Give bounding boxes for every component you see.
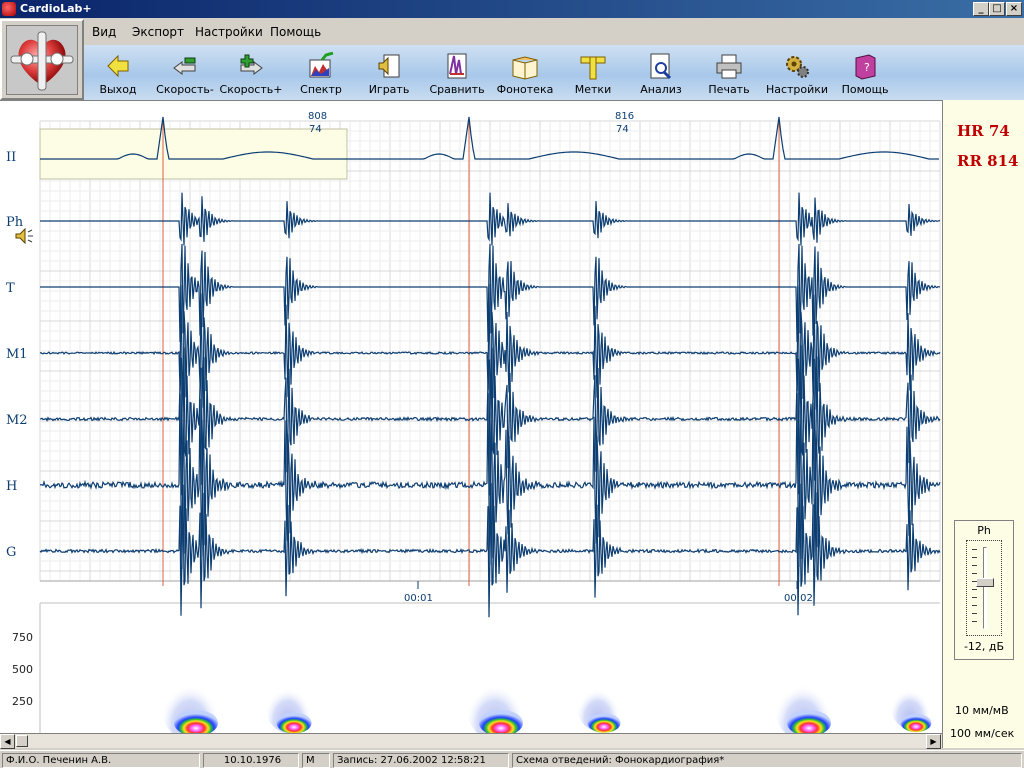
rr-label-2: 816 <box>615 111 634 122</box>
close-button[interactable]: × <box>1006 2 1022 16</box>
volume-slider-track[interactable] <box>983 547 987 629</box>
scroll-left-button[interactable]: ◀ <box>0 734 15 749</box>
volume-slider-thumb[interactable] <box>976 578 994 588</box>
analysis-magnifier-icon <box>650 53 672 80</box>
app-window: CardioLab+ _ □ × Вид Экспорт Настройки П… <box>0 0 1024 768</box>
hr-label-2: 74 <box>616 124 629 135</box>
speed-scale: 100 мм/сек <box>950 727 1015 740</box>
speed-up-label: Скорость+ <box>219 83 283 96</box>
print-button[interactable]: Печать <box>696 49 762 99</box>
printer-icon <box>716 54 742 79</box>
spectrum-blob <box>276 712 312 734</box>
status-bar: Ф.И.О. Печенин А.В. 10.10.1976 М Запись:… <box>0 750 1024 768</box>
time-label-1: 00:01 <box>404 593 433 604</box>
horizontal-scrollbar[interactable]: ◀ ▶ <box>0 733 942 749</box>
maximize-button[interactable]: □ <box>989 2 1005 16</box>
menu-settings[interactable]: Настройки <box>195 25 263 39</box>
svg-text:?: ? <box>864 61 870 74</box>
play-label: Играть <box>368 83 410 96</box>
lead-label-M2: M2 <box>6 413 28 428</box>
patient-name: Ф.И.О. Печенин А.В. <box>2 753 200 768</box>
analysis-label: Анализ <box>640 83 682 96</box>
library-button[interactable]: Фонотека <box>492 49 558 99</box>
spectrum-tick-250: 250 <box>12 695 33 708</box>
signal-plot-area[interactable]: 808 74 816 74 II Ph T M1 M2 H G 00:01 00… <box>0 100 942 734</box>
settings-label: Настройки <box>765 83 829 96</box>
patient-sex: М <box>302 753 330 768</box>
spectrum-icon <box>309 52 334 78</box>
spectrum-label: Спектр <box>300 83 342 96</box>
rr-label-1: 808 <box>308 111 327 122</box>
analysis-button[interactable]: Анализ <box>628 49 694 99</box>
settings-button[interactable]: Настройки <box>764 49 830 99</box>
spectrum-tick-500: 500 <box>12 663 33 676</box>
compare-button[interactable]: Сравнить <box>424 49 490 99</box>
compare-label: Сравнить <box>429 83 485 96</box>
waveform-canvas: 808 74 816 74 II Ph T M1 M2 H G 00:01 00… <box>6 111 941 734</box>
exit-label: Выход <box>99 83 137 96</box>
spectrum-button[interactable]: Спектр <box>288 49 354 99</box>
library-label: Фонотека <box>496 83 554 96</box>
help-label: Помощь <box>841 83 889 96</box>
lead-label-M1: M1 <box>6 347 28 362</box>
window-title: CardioLab+ <box>20 2 92 15</box>
toolbar: Выход Скорость- Скорость+ Спектр Играть … <box>84 45 1024 100</box>
record-datetime: Запись: 27.06.2002 12:58:21 <box>333 753 509 768</box>
speed-down-button[interactable]: Скорость- <box>152 49 218 99</box>
exit-arrow-icon <box>107 54 129 78</box>
lead-label-Ph: Ph <box>6 215 24 230</box>
help-button[interactable]: ? Помощь <box>832 49 898 99</box>
marks-label: Метки <box>574 83 612 96</box>
title-bar: CardioLab+ _ □ × <box>0 0 1024 18</box>
spectrum-blob <box>900 713 932 733</box>
library-book-icon <box>512 56 538 80</box>
app-icon <box>2 2 16 16</box>
volume-value: -12, дБ <box>963 640 1005 653</box>
lead-label-II: II <box>6 150 16 165</box>
speed-down-icon <box>173 57 196 75</box>
compare-icon <box>447 53 467 79</box>
settings-gears-icon <box>786 56 809 78</box>
menu-export[interactable]: Экспорт <box>132 25 184 39</box>
app-logo <box>0 19 84 100</box>
lead-label-G: G <box>6 545 16 560</box>
amplitude-scale: 10 мм/мВ <box>955 704 1009 717</box>
marks-button[interactable]: Метки <box>560 49 626 99</box>
menu-view[interactable]: Вид <box>92 25 116 39</box>
speed-down-label: Скорость- <box>156 83 214 96</box>
patient-dob: 10.10.1976 <box>203 753 299 768</box>
speed-up-button[interactable]: Скорость+ <box>218 49 284 99</box>
play-sound-icon <box>378 54 400 78</box>
minimize-button[interactable]: _ <box>973 2 989 16</box>
heart-logo-icon <box>10 31 74 91</box>
menu-bar: Вид Экспорт Настройки Помощь <box>84 19 1024 45</box>
scroll-right-button[interactable]: ▶ <box>926 734 941 749</box>
lead-label-T: T <box>6 281 15 296</box>
spectrum-blob <box>587 713 621 733</box>
hr-label-1: 74 <box>309 124 322 135</box>
info-panel: HR 74 RR 814 Ph -12, дБ 10 мм/мВ 100 мм/… <box>942 100 1024 748</box>
heart-rate-value: HR 74 <box>957 122 1010 140</box>
lead-scheme: Схема отведений: Фонокардиография* <box>512 753 1022 768</box>
scroll-thumb[interactable] <box>16 735 28 747</box>
spectrum-tick-750: 750 <box>12 631 33 644</box>
speaker-icon[interactable] <box>15 227 33 245</box>
exit-button[interactable]: Выход <box>85 49 151 99</box>
speed-up-icon <box>240 54 263 75</box>
print-label: Печать <box>708 83 750 96</box>
play-button[interactable]: Играть <box>356 49 422 99</box>
marks-ruler-icon <box>580 56 606 80</box>
volume-control: Ph -12, дБ <box>954 520 1014 660</box>
rr-interval-value: RR 814 <box>957 152 1019 170</box>
reference-box <box>39 128 348 180</box>
help-book-icon: ? <box>855 54 876 80</box>
lead-label-H: H <box>6 479 17 494</box>
menu-help[interactable]: Помощь <box>270 25 321 39</box>
volume-channel-label: Ph <box>977 524 991 537</box>
time-label-2: 00:02 <box>784 593 813 604</box>
